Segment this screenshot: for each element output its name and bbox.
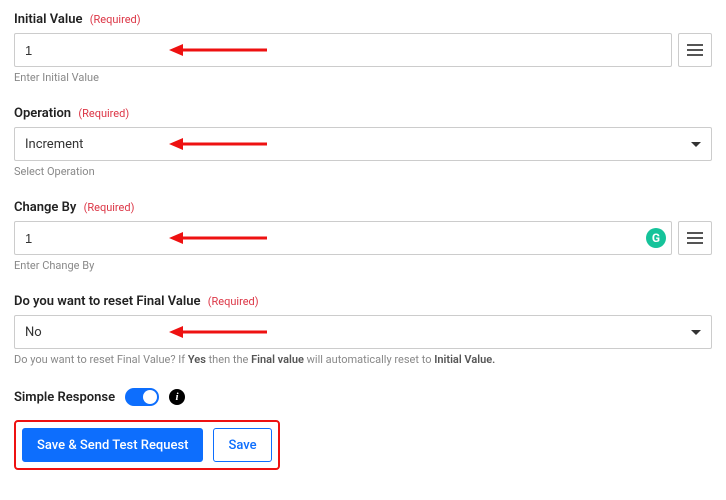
change-by-input[interactable] xyxy=(14,221,672,255)
initial-value-helper: Enter Initial Value xyxy=(14,71,712,84)
reset-final-select-value: No xyxy=(25,325,42,340)
initial-value-label: Initial Value xyxy=(14,12,82,27)
simple-response-label: Simple Response xyxy=(14,390,115,405)
label-row: Change By (Required) xyxy=(14,200,712,215)
save-button[interactable]: Save xyxy=(213,428,271,462)
required-tag: (Required) xyxy=(78,107,129,120)
label-row: Do you want to reset Final Value (Requir… xyxy=(14,294,712,309)
field-reset-final: Do you want to reset Final Value (Requir… xyxy=(14,294,712,366)
operation-label: Operation xyxy=(14,106,71,121)
simple-response-row: Simple Response i xyxy=(14,388,712,406)
change-by-helper: Enter Change By xyxy=(14,259,712,272)
operation-helper: Select Operation xyxy=(14,165,712,178)
required-tag: (Required) xyxy=(84,201,135,214)
hamburger-icon xyxy=(687,44,703,46)
button-row-highlight: Save & Send Test Request Save xyxy=(14,420,280,470)
initial-value-menu-button[interactable] xyxy=(678,33,712,67)
label-row: Operation (Required) xyxy=(14,106,712,121)
reset-final-label: Do you want to reset Final Value xyxy=(14,294,200,309)
hamburger-icon xyxy=(687,232,703,234)
input-row: No xyxy=(14,315,712,349)
reset-final-select[interactable]: No xyxy=(14,315,712,349)
reset-final-helper: Do you want to reset Final Value? If Yes… xyxy=(14,353,712,366)
operation-select-value: Increment xyxy=(25,137,83,152)
input-row xyxy=(14,33,712,67)
info-icon[interactable]: i xyxy=(169,389,185,405)
field-change-by: Change By (Required) G Enter Change By xyxy=(14,200,712,272)
field-initial-value: Initial Value (Required) Enter Initial V… xyxy=(14,12,712,84)
field-operation: Operation (Required) Increment Select Op… xyxy=(14,106,712,178)
required-tag: (Required) xyxy=(90,13,141,26)
chevron-down-icon xyxy=(691,330,701,335)
change-by-label: Change By xyxy=(14,200,76,215)
input-row: G xyxy=(14,221,712,255)
operation-select[interactable]: Increment xyxy=(14,127,712,161)
simple-response-toggle[interactable] xyxy=(125,388,159,406)
input-row: Increment xyxy=(14,127,712,161)
required-tag: (Required) xyxy=(208,295,259,308)
initial-value-input[interactable] xyxy=(14,33,672,67)
chevron-down-icon xyxy=(691,142,701,147)
label-row: Initial Value (Required) xyxy=(14,12,712,27)
change-by-menu-button[interactable] xyxy=(678,221,712,255)
save-send-test-button[interactable]: Save & Send Test Request xyxy=(22,428,203,462)
